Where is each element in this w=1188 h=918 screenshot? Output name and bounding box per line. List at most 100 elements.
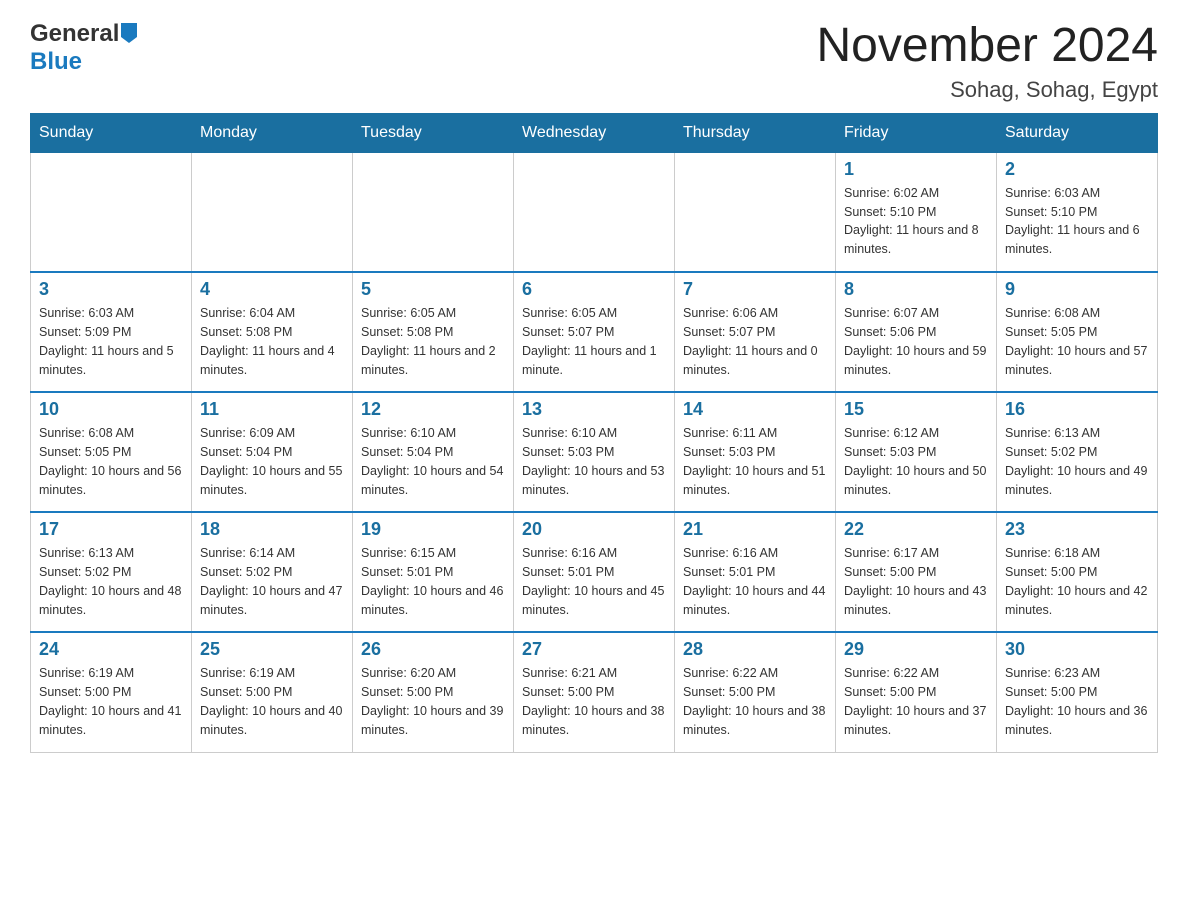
table-row: 11 Sunrise: 6:09 AMSunset: 5:04 PMDayligh… bbox=[192, 392, 353, 512]
page-header: General Blue November 2024 Sohag, Sohag,… bbox=[30, 20, 1158, 103]
day-number: 20 bbox=[522, 519, 666, 540]
table-row: 18 Sunrise: 6:14 AMSunset: 5:02 PMDayligh… bbox=[192, 512, 353, 632]
day-number: 30 bbox=[1005, 639, 1149, 660]
table-row: 27Sunrise: 6:21 AMSunset: 5:00 PMDayligh… bbox=[514, 632, 675, 752]
table-row bbox=[675, 152, 836, 272]
day-number: 28 bbox=[683, 639, 827, 660]
day-number: 3 bbox=[39, 279, 183, 300]
day-info: Sunrise: 6:18 AMSunset: 5:00 PMDaylight:… bbox=[1005, 544, 1149, 619]
logo: General Blue bbox=[30, 20, 137, 76]
day-info: Sunrise: 6:14 AMSunset: 5:02 PMDaylight:… bbox=[200, 544, 344, 619]
table-row: 17 Sunrise: 6:13 AMSunset: 5:02 PMDayligh… bbox=[31, 512, 192, 632]
day-info: Sunrise: 6:15 AMSunset: 5:01 PMDaylight:… bbox=[361, 544, 505, 619]
col-sunday: Sunday bbox=[31, 113, 192, 152]
day-number: 19 bbox=[361, 519, 505, 540]
col-tuesday: Tuesday bbox=[353, 113, 514, 152]
calendar-title-block: November 2024 Sohag, Sohag, Egypt bbox=[816, 20, 1158, 103]
day-info: Sunrise: 6:05 AMSunset: 5:08 PMDaylight:… bbox=[361, 304, 505, 379]
table-row: 9 Sunrise: 6:08 AMSunset: 5:05 PMDaylight… bbox=[997, 272, 1158, 392]
day-number: 18 bbox=[200, 519, 344, 540]
calendar-week-row: 10 Sunrise: 6:08 AMSunset: 5:05 PMDayligh… bbox=[31, 392, 1158, 512]
day-number: 11 bbox=[200, 399, 344, 420]
day-info: Sunrise: 6:16 AMSunset: 5:01 PMDaylight:… bbox=[522, 544, 666, 619]
calendar-week-row: 24 Sunrise: 6:19 AMSunset: 5:00 PMDayligh… bbox=[31, 632, 1158, 752]
day-number: 22 bbox=[844, 519, 988, 540]
day-number: 16 bbox=[1005, 399, 1149, 420]
day-number: 14 bbox=[683, 399, 827, 420]
day-number: 24 bbox=[39, 639, 183, 660]
table-row: 24 Sunrise: 6:19 AMSunset: 5:00 PMDayligh… bbox=[31, 632, 192, 752]
day-info: Sunrise: 6:10 AMSunset: 5:03 PMDaylight:… bbox=[522, 424, 666, 499]
day-info: Sunrise: 6:12 AMSunset: 5:03 PMDaylight:… bbox=[844, 424, 988, 499]
day-info: Sunrise: 6:22 AMSunset: 5:00 PMDaylight:… bbox=[844, 664, 988, 739]
day-info: Sunrise: 6:22 AMSunset: 5:00 PMDaylight:… bbox=[683, 664, 827, 739]
logo-triangle-icon bbox=[121, 23, 137, 48]
day-number: 7 bbox=[683, 279, 827, 300]
table-row: 15 Sunrise: 6:12 AMSunset: 5:03 PMDayligh… bbox=[836, 392, 997, 512]
day-number: 10 bbox=[39, 399, 183, 420]
day-info: Sunrise: 6:04 AMSunset: 5:08 PMDaylight:… bbox=[200, 304, 344, 379]
day-number: 4 bbox=[200, 279, 344, 300]
table-row: 16 Sunrise: 6:13 AMSunset: 5:02 PMDayligh… bbox=[997, 392, 1158, 512]
day-info: Sunrise: 6:23 AMSunset: 5:00 PMDaylight:… bbox=[1005, 664, 1149, 739]
day-number: 25 bbox=[200, 639, 344, 660]
table-row: 3 Sunrise: 6:03 AMSunset: 5:09 PMDaylight… bbox=[31, 272, 192, 392]
table-row: 20 Sunrise: 6:16 AMSunset: 5:01 PMDayligh… bbox=[514, 512, 675, 632]
day-info: Sunrise: 6:10 AMSunset: 5:04 PMDaylight:… bbox=[361, 424, 505, 499]
day-info: Sunrise: 6:11 AMSunset: 5:03 PMDaylight:… bbox=[683, 424, 827, 499]
day-info: Sunrise: 6:20 AMSunset: 5:00 PMDaylight:… bbox=[361, 664, 505, 739]
day-info: Sunrise: 6:05 AMSunset: 5:07 PMDaylight:… bbox=[522, 304, 666, 379]
table-row: 1Sunrise: 6:02 AMSunset: 5:10 PMDaylight… bbox=[836, 152, 997, 272]
table-row: 26 Sunrise: 6:20 AMSunset: 5:00 PMDayligh… bbox=[353, 632, 514, 752]
day-number: 29 bbox=[844, 639, 988, 660]
calendar-week-row: 17 Sunrise: 6:13 AMSunset: 5:02 PMDayligh… bbox=[31, 512, 1158, 632]
day-info: Sunrise: 6:16 AMSunset: 5:01 PMDaylight:… bbox=[683, 544, 827, 619]
col-monday: Monday bbox=[192, 113, 353, 152]
table-row: 14 Sunrise: 6:11 AMSunset: 5:03 PMDayligh… bbox=[675, 392, 836, 512]
day-info: Sunrise: 6:08 AMSunset: 5:05 PMDaylight:… bbox=[1005, 304, 1149, 379]
table-row: 29 Sunrise: 6:22 AMSunset: 5:00 PMDayligh… bbox=[836, 632, 997, 752]
table-row bbox=[514, 152, 675, 272]
day-info: Sunrise: 6:21 AMSunset: 5:00 PMDaylight:… bbox=[522, 664, 666, 739]
day-info: Sunrise: 6:13 AMSunset: 5:02 PMDaylight:… bbox=[1005, 424, 1149, 499]
table-row: 4 Sunrise: 6:04 AMSunset: 5:08 PMDaylight… bbox=[192, 272, 353, 392]
table-row bbox=[192, 152, 353, 272]
table-row: 6Sunrise: 6:05 AMSunset: 5:07 PMDaylight… bbox=[514, 272, 675, 392]
table-row: 19 Sunrise: 6:15 AMSunset: 5:01 PMDayligh… bbox=[353, 512, 514, 632]
day-number: 17 bbox=[39, 519, 183, 540]
col-thursday: Thursday bbox=[675, 113, 836, 152]
day-info: Sunrise: 6:13 AMSunset: 5:02 PMDaylight:… bbox=[39, 544, 183, 619]
table-row: 25 Sunrise: 6:19 AMSunset: 5:00 PMDayligh… bbox=[192, 632, 353, 752]
day-number: 12 bbox=[361, 399, 505, 420]
table-row: 21Sunrise: 6:16 AMSunset: 5:01 PMDayligh… bbox=[675, 512, 836, 632]
day-info: Sunrise: 6:03 AMSunset: 5:10 PMDaylight:… bbox=[1005, 184, 1149, 259]
table-row: 10 Sunrise: 6:08 AMSunset: 5:05 PMDayligh… bbox=[31, 392, 192, 512]
table-row bbox=[31, 152, 192, 272]
day-number: 1 bbox=[844, 159, 988, 180]
table-row: 30 Sunrise: 6:23 AMSunset: 5:00 PMDayligh… bbox=[997, 632, 1158, 752]
day-info: Sunrise: 6:03 AMSunset: 5:09 PMDaylight:… bbox=[39, 304, 183, 379]
day-number: 26 bbox=[361, 639, 505, 660]
day-number: 23 bbox=[1005, 519, 1149, 540]
calendar-week-row: 3 Sunrise: 6:03 AMSunset: 5:09 PMDaylight… bbox=[31, 272, 1158, 392]
day-info: Sunrise: 6:19 AMSunset: 5:00 PMDaylight:… bbox=[200, 664, 344, 739]
table-row: 2 Sunrise: 6:03 AMSunset: 5:10 PMDaylight… bbox=[997, 152, 1158, 272]
table-row: 22Sunrise: 6:17 AMSunset: 5:00 PMDayligh… bbox=[836, 512, 997, 632]
month-year-title: November 2024 bbox=[816, 20, 1158, 73]
day-number: 15 bbox=[844, 399, 988, 420]
col-wednesday: Wednesday bbox=[514, 113, 675, 152]
table-row: 5Sunrise: 6:05 AMSunset: 5:08 PMDaylight… bbox=[353, 272, 514, 392]
calendar-header-row: Sunday Monday Tuesday Wednesday Thursday… bbox=[31, 113, 1158, 152]
col-friday: Friday bbox=[836, 113, 997, 152]
day-number: 2 bbox=[1005, 159, 1149, 180]
day-number: 8 bbox=[844, 279, 988, 300]
day-info: Sunrise: 6:19 AMSunset: 5:00 PMDaylight:… bbox=[39, 664, 183, 739]
table-row: 28 Sunrise: 6:22 AMSunset: 5:00 PMDayligh… bbox=[675, 632, 836, 752]
day-info: Sunrise: 6:08 AMSunset: 5:05 PMDaylight:… bbox=[39, 424, 183, 499]
day-info: Sunrise: 6:06 AMSunset: 5:07 PMDaylight:… bbox=[683, 304, 827, 379]
day-number: 9 bbox=[1005, 279, 1149, 300]
table-row: 8Sunrise: 6:07 AMSunset: 5:06 PMDaylight… bbox=[836, 272, 997, 392]
day-info: Sunrise: 6:09 AMSunset: 5:04 PMDaylight:… bbox=[200, 424, 344, 499]
table-row: 7 Sunrise: 6:06 AMSunset: 5:07 PMDaylight… bbox=[675, 272, 836, 392]
col-saturday: Saturday bbox=[997, 113, 1158, 152]
